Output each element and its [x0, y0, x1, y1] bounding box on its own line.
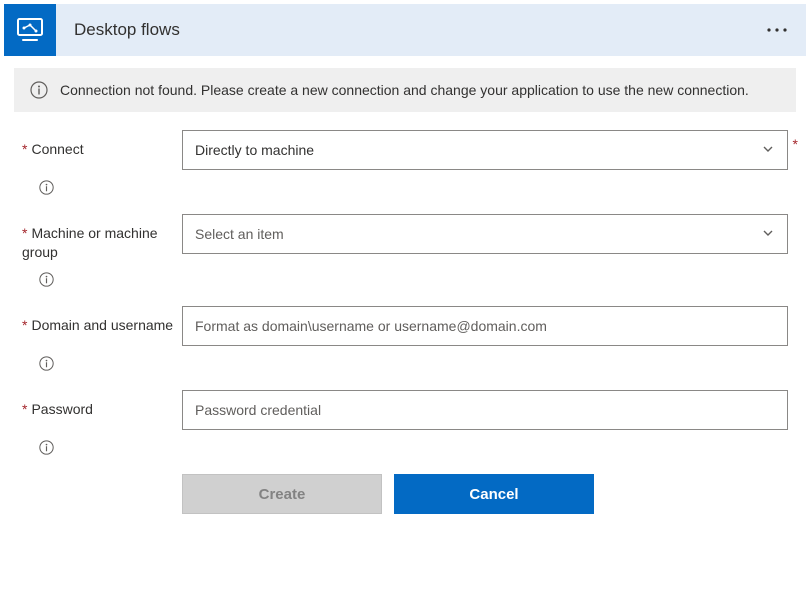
- more-options-button[interactable]: [748, 4, 806, 56]
- connect-select[interactable]: Directly to machine: [182, 130, 788, 170]
- button-row: Create Cancel: [164, 474, 806, 514]
- desktop-flow-icon: [4, 4, 56, 56]
- password-input[interactable]: [182, 390, 788, 430]
- machine-select-placeholder: Select an item: [195, 226, 284, 242]
- machine-label: *Machine or machine group: [22, 214, 182, 262]
- connect-select-value: Directly to machine: [195, 142, 314, 158]
- warning-text: Connection not found. Please create a ne…: [60, 80, 749, 100]
- password-row: *Password: [22, 390, 788, 430]
- chevron-down-icon: [761, 226, 775, 243]
- connect-row: *Connect Directly to machine *: [22, 130, 788, 170]
- machine-select[interactable]: Select an item: [182, 214, 788, 254]
- info-icon: [38, 179, 54, 195]
- domain-username-input[interactable]: [182, 306, 788, 346]
- connect-info[interactable]: [38, 178, 788, 196]
- info-icon: [38, 355, 54, 371]
- info-icon: [38, 271, 54, 287]
- warning-banner: Connection not found. Please create a ne…: [14, 68, 796, 112]
- cancel-button[interactable]: Cancel: [394, 474, 594, 514]
- machine-row: *Machine or machine group Select an item: [22, 214, 788, 262]
- domain-row: *Domain and username: [22, 306, 788, 346]
- dialog-header: Desktop flows: [4, 4, 806, 56]
- machine-info[interactable]: [38, 270, 788, 288]
- info-icon: [30, 81, 48, 99]
- required-marker: *: [793, 136, 798, 152]
- form-area: *Connect Directly to machine * *Machine …: [4, 130, 806, 456]
- password-label: *Password: [22, 390, 182, 419]
- chevron-down-icon: [761, 142, 775, 159]
- dialog-title: Desktop flows: [56, 20, 748, 40]
- info-icon: [38, 439, 54, 455]
- domain-info[interactable]: [38, 354, 788, 372]
- domain-label: *Domain and username: [22, 306, 182, 335]
- create-button[interactable]: Create: [182, 474, 382, 514]
- password-info[interactable]: [38, 438, 788, 456]
- connect-label: *Connect: [22, 130, 182, 159]
